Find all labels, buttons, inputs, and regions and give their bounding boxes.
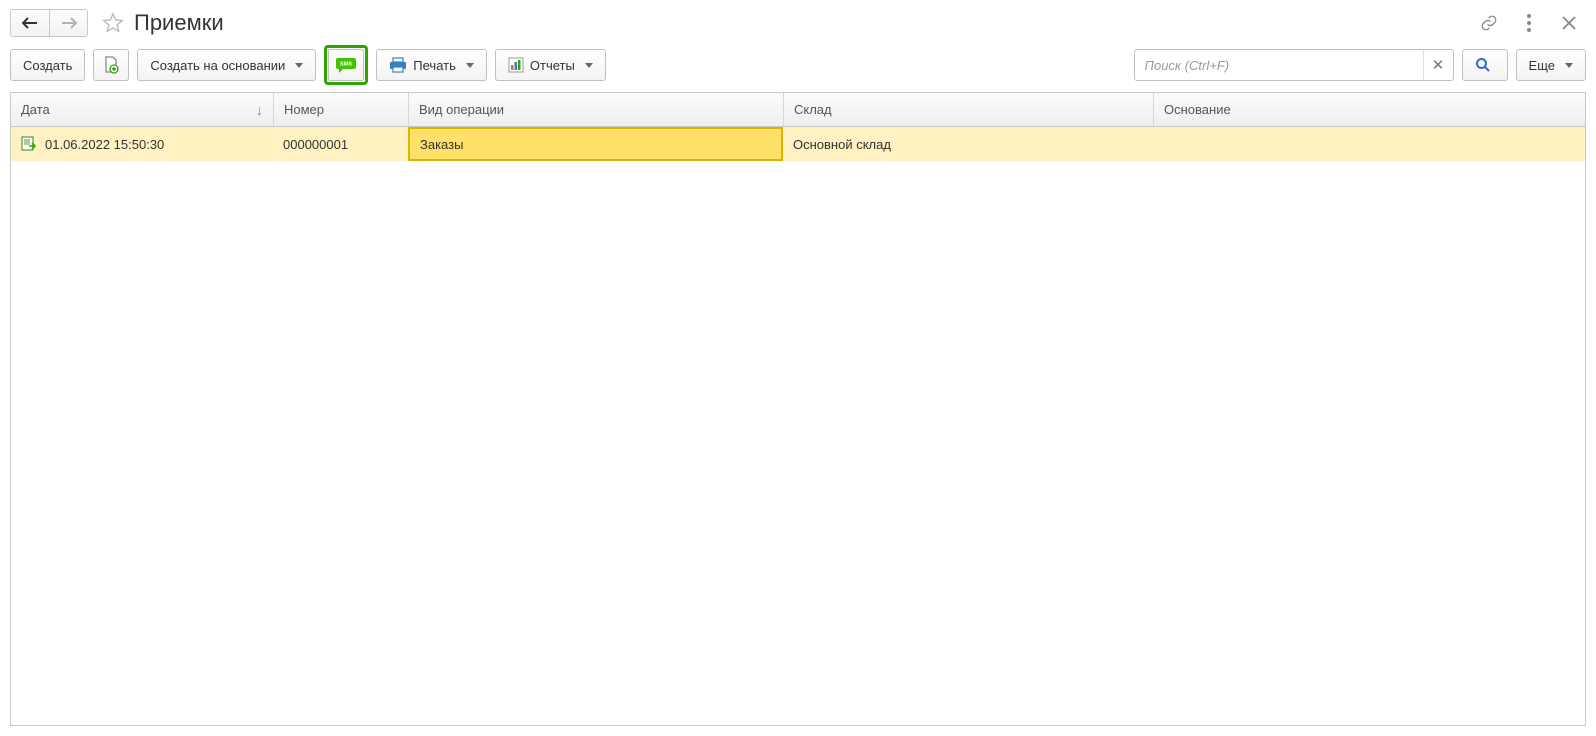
cell-warehouse: Основной склад <box>783 127 1153 161</box>
close-button[interactable] <box>1558 12 1580 34</box>
search-icon <box>1475 57 1491 73</box>
sms-icon: SMS <box>335 56 357 74</box>
link-button[interactable] <box>1478 12 1500 34</box>
create-button-label: Создать <box>23 58 72 73</box>
close-icon <box>1562 16 1576 30</box>
table-row[interactable]: 01.06.2022 15:50:30 000000001 Заказы Осн… <box>11 127 1585 161</box>
search-box: ✕ <box>1134 49 1454 81</box>
posted-document-icon <box>21 136 37 152</box>
nav-back-button[interactable] <box>11 10 49 36</box>
chevron-down-icon <box>1565 63 1573 68</box>
chevron-down-icon <box>585 63 593 68</box>
chevron-down-icon <box>466 63 474 68</box>
more-button-label: Еще <box>1529 58 1555 73</box>
svg-text:SMS: SMS <box>340 62 352 68</box>
cell-date: 01.06.2022 15:50:30 <box>11 127 273 161</box>
chart-icon <box>508 57 524 73</box>
column-warehouse[interactable]: Склад <box>783 93 1153 126</box>
copy-document-button[interactable] <box>93 49 129 81</box>
create-button[interactable]: Создать <box>10 49 85 81</box>
nav-group <box>10 9 88 37</box>
arrow-left-icon <box>22 17 38 29</box>
sms-button-highlight: SMS <box>324 45 368 85</box>
cell-number-value: 000000001 <box>283 137 348 152</box>
grid-header: Дата ↓ Номер Вид операции Склад Основани… <box>11 93 1585 127</box>
column-operation[interactable]: Вид операции <box>408 93 783 126</box>
cell-date-value: 01.06.2022 15:50:30 <box>45 137 164 152</box>
column-basis[interactable]: Основание <box>1153 93 1585 126</box>
create-based-on-button[interactable]: Создать на основании <box>137 49 316 81</box>
sms-button[interactable]: SMS <box>328 49 364 81</box>
document-plus-icon <box>103 56 119 74</box>
sort-down-icon: ↓ <box>256 102 263 118</box>
link-icon <box>1480 14 1498 32</box>
cell-basis <box>1153 127 1585 161</box>
toolbar: Создать Создать на основании SMS Печать <box>0 44 1596 92</box>
cell-number: 000000001 <box>273 127 408 161</box>
column-number[interactable]: Номер <box>273 93 408 126</box>
kebab-menu-button[interactable] <box>1518 12 1540 34</box>
search-input[interactable] <box>1135 58 1423 73</box>
grid-body: 01.06.2022 15:50:30 000000001 Заказы Осн… <box>11 127 1585 725</box>
star-icon <box>102 12 124 34</box>
cell-warehouse-value: Основной склад <box>793 137 891 152</box>
cell-operation-value: Заказы <box>420 137 463 152</box>
page-title: Приемки <box>134 10 224 36</box>
column-number-label: Номер <box>284 102 324 117</box>
header-right-controls <box>1478 12 1586 34</box>
create-based-on-label: Создать на основании <box>150 58 285 73</box>
arrow-right-icon <box>61 17 77 29</box>
search-go-button[interactable] <box>1462 49 1508 81</box>
favorite-button[interactable] <box>98 9 128 37</box>
column-date[interactable]: Дата ↓ <box>11 93 273 126</box>
column-warehouse-label: Склад <box>794 102 832 117</box>
nav-forward-button[interactable] <box>49 10 87 36</box>
column-date-label: Дата <box>21 102 50 117</box>
chevron-down-icon <box>295 63 303 68</box>
more-button[interactable]: Еще <box>1516 49 1586 81</box>
printer-icon <box>389 57 407 73</box>
column-basis-label: Основание <box>1164 102 1231 117</box>
column-operation-label: Вид операции <box>419 102 504 117</box>
print-button-label: Печать <box>413 58 456 73</box>
kebab-icon <box>1527 14 1531 32</box>
cell-operation: Заказы <box>408 127 783 161</box>
header-bar: Приемки <box>0 0 1596 44</box>
search-clear-button[interactable]: ✕ <box>1423 50 1453 80</box>
reports-button-label: Отчеты <box>530 58 575 73</box>
reports-button[interactable]: Отчеты <box>495 49 606 81</box>
print-button[interactable]: Печать <box>376 49 487 81</box>
close-icon: ✕ <box>1432 56 1445 74</box>
documents-grid: Дата ↓ Номер Вид операции Склад Основани… <box>10 92 1586 726</box>
